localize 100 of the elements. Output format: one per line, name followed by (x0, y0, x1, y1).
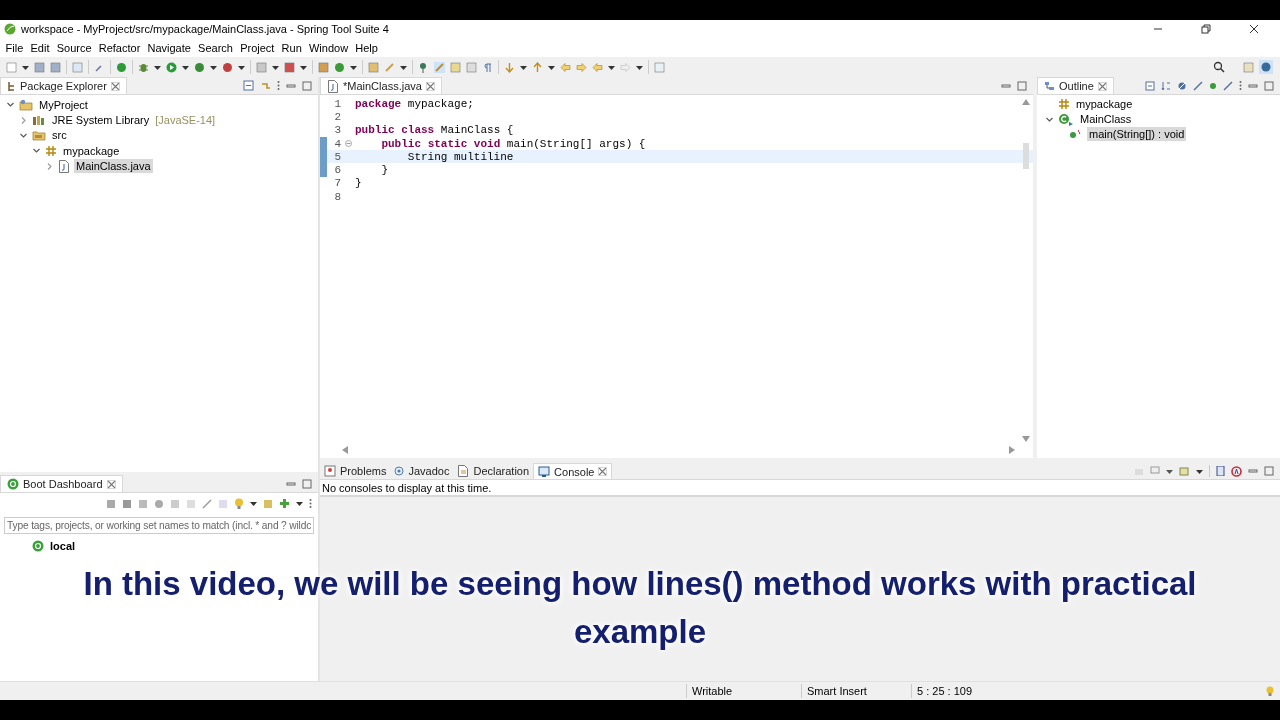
caret-icon[interactable] (1196, 467, 1203, 475)
fold-icon[interactable] (344, 140, 352, 148)
collapse-all-icon[interactable] (1145, 80, 1155, 91)
view-tab[interactable]: Package Explorer (0, 77, 127, 94)
code-line: public static void main(String[] args) { (380, 137, 646, 150)
menu-item[interactable]: Project (236, 41, 278, 54)
ring-icon[interactable] (1231, 465, 1242, 477)
code-line: public class MainClass { (355, 124, 514, 137)
bug-icon[interactable] (138, 61, 149, 73)
tree-item[interactable]: mypackage (61, 143, 122, 158)
maximize-icon[interactable] (1264, 80, 1274, 91)
menu-item[interactable]: Run (278, 41, 306, 54)
caret-icon[interactable] (272, 63, 279, 71)
caret-icon[interactable] (210, 63, 217, 71)
maximize-icon[interactable] (302, 478, 312, 489)
panel-tab[interactable]: Javadoc (390, 463, 454, 479)
view-tab[interactable]: Boot Dashboard (0, 475, 123, 492)
arrow-up-icon[interactable] (532, 61, 543, 73)
menu-item[interactable]: Search (194, 41, 237, 54)
code-line: } (380, 164, 388, 177)
view-tab[interactable]: Outline (1037, 77, 1114, 94)
caret-icon[interactable] (238, 63, 245, 71)
square-icon[interactable] (106, 498, 116, 509)
play-icon[interactable] (166, 61, 177, 73)
scrollbar-thumb[interactable] (1023, 143, 1029, 169)
menu-item[interactable]: Navigate (143, 41, 195, 54)
line-number: 3 (333, 124, 341, 137)
square-icon[interactable] (122, 498, 132, 509)
bulb-icon[interactable] (234, 497, 244, 510)
caret-icon[interactable] (296, 500, 303, 507)
expand-chevron-icon[interactable] (45, 161, 54, 171)
caret-icon[interactable] (154, 63, 161, 71)
caret-icon[interactable] (300, 63, 307, 71)
tree-item[interactable]: JRE System Library (50, 113, 152, 128)
dot-icon[interactable] (1209, 81, 1217, 90)
pencil-icon[interactable] (202, 498, 212, 509)
more-icon[interactable] (1239, 80, 1242, 91)
tree-item[interactable]: main(String[]) : void (1087, 127, 1187, 142)
maximize-icon[interactable] (1017, 80, 1027, 91)
bulb-icon[interactable] (1266, 685, 1274, 697)
tree-item[interactable]: MainClass (1078, 112, 1134, 127)
tree-item[interactable]: local (48, 538, 78, 553)
maximize-icon[interactable] (302, 80, 312, 91)
panel-tab[interactable]: Console (533, 463, 613, 479)
more-icon[interactable] (309, 498, 312, 509)
search-icon[interactable] (1213, 61, 1225, 73)
back-arrow-icon[interactable] (560, 61, 571, 73)
caret-icon[interactable] (400, 63, 407, 71)
pilcrow-icon[interactable] (482, 61, 493, 73)
books-icon (32, 114, 46, 127)
maximize-icon[interactable] (1264, 466, 1274, 476)
menu-item[interactable]: Help (351, 41, 382, 54)
panel-tab[interactable]: Problems (320, 463, 391, 479)
scroll-left-arrow-icon[interactable] (342, 446, 348, 454)
file-icon (327, 79, 339, 93)
line-number: 1 (333, 97, 341, 110)
collapse-chevron-icon[interactable] (32, 146, 41, 156)
caret-icon[interactable] (350, 63, 357, 71)
menu-item[interactable]: Edit (26, 41, 54, 54)
sort-icon[interactable] (1161, 80, 1171, 91)
menu-item[interactable]: Refactor (95, 41, 144, 54)
minimize-icon[interactable] (1248, 466, 1258, 476)
caret-icon[interactable] (636, 63, 643, 71)
highlighter-icon[interactable] (434, 61, 445, 73)
forward-arrow-icon[interactable] (576, 61, 587, 73)
tree-item[interactable]: src (50, 128, 69, 143)
caret-icon[interactable] (608, 63, 615, 71)
method-icon (1069, 129, 1083, 140)
menu-item[interactable]: File (2, 41, 27, 54)
arrow-down-icon[interactable] (504, 61, 515, 73)
restore-icon[interactable] (1201, 24, 1211, 34)
scroll-down-arrow-icon[interactable] (1022, 436, 1030, 442)
pencil-icon[interactable] (384, 61, 395, 73)
tree-item[interactable]: MyProject (37, 97, 90, 112)
menu-item[interactable]: Window (305, 41, 352, 54)
panel-tab[interactable]: Declaration (453, 463, 534, 479)
square-icon[interactable] (170, 498, 180, 509)
collapse-all-icon[interactable] (243, 80, 254, 91)
expand-chevron-icon[interactable] (19, 115, 28, 125)
subtitle-caption: In this video, we will be seeing how lines() method works with practical example (82, 564, 1198, 652)
caret-icon[interactable] (182, 63, 189, 71)
half-circle-icon[interactable] (154, 498, 164, 509)
filter-field[interactable]: Type tags, projects, or working set names to match (incl. * and ? wildc (4, 517, 314, 534)
scroll-up-arrow-icon[interactable] (1022, 99, 1030, 105)
editor-tab[interactable]: *MainClass.java (320, 77, 442, 94)
caret-icon[interactable] (520, 63, 527, 71)
caret-icon[interactable] (22, 63, 29, 71)
plus-icon[interactable] (279, 498, 290, 509)
square-icon[interactable] (138, 498, 148, 509)
close-icon[interactable] (1249, 24, 1259, 34)
tree-item[interactable]: mypackage (1074, 96, 1135, 111)
more-icon[interactable] (277, 80, 280, 91)
left-arrow-icon[interactable] (592, 61, 603, 73)
collapse-chevron-icon[interactable] (6, 100, 15, 110)
caret-icon[interactable] (1166, 467, 1173, 475)
caret-icon[interactable] (250, 500, 257, 507)
menu-item[interactable]: Source (53, 41, 96, 54)
caret-icon[interactable] (548, 63, 555, 71)
tree-item[interactable]: MainClass.java (74, 159, 153, 174)
scroll-right-arrow-icon[interactable] (1009, 446, 1015, 454)
